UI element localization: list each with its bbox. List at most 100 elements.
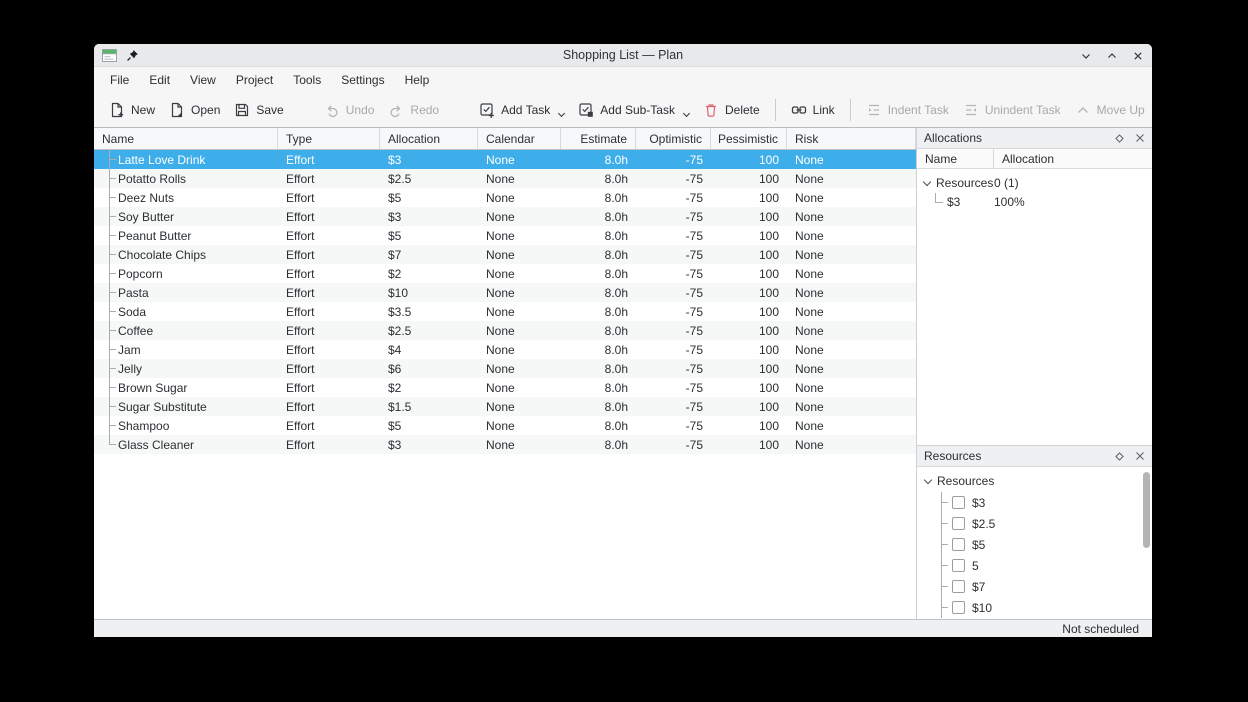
scrollbar-thumb[interactable] bbox=[1143, 472, 1150, 548]
float-panel-icon[interactable] bbox=[1114, 451, 1125, 462]
table-row[interactable]: Sugar Substitute Effort $1.5 None 8.0h -75 100… bbox=[94, 397, 916, 416]
table-row[interactable]: Peanut Butter Effort $5 None 8.0h -75 100 None bbox=[94, 226, 916, 245]
cell-pessimistic: 100 bbox=[758, 323, 779, 338]
column-header-calendar[interactable]: Calendar bbox=[478, 128, 561, 149]
resource-label: $10 bbox=[972, 600, 993, 615]
menu-settings[interactable]: Settings bbox=[331, 69, 394, 91]
cell-estimate: 8.0h bbox=[604, 380, 628, 395]
table-row[interactable]: Deez Nuts Effort $5 None 8.0h -75 100 None bbox=[94, 188, 916, 207]
menu-file[interactable]: File bbox=[100, 69, 139, 91]
minimize-button[interactable] bbox=[1080, 50, 1092, 62]
table-row[interactable]: Glass Cleaner Effort $3 None 8.0h -75 100 None bbox=[94, 435, 916, 454]
cell-type: Effort bbox=[286, 285, 315, 300]
column-header-pessimistic[interactable]: Pessimistic bbox=[711, 128, 787, 149]
menu-tools[interactable]: Tools bbox=[283, 69, 331, 91]
cell-allocation: $2.5 bbox=[388, 171, 412, 186]
cell-estimate: 8.0h bbox=[604, 266, 628, 281]
column-header-risk[interactable]: Risk bbox=[787, 128, 916, 149]
cell-allocation: $3 bbox=[388, 209, 402, 224]
undo-button[interactable]: Undo bbox=[317, 97, 382, 123]
cell-allocation: $3 bbox=[388, 437, 402, 452]
resource-checkbox[interactable] bbox=[952, 517, 965, 530]
cell-pessimistic: 100 bbox=[758, 190, 779, 205]
menu-project[interactable]: Project bbox=[226, 69, 283, 91]
cell-estimate: 8.0h bbox=[604, 361, 628, 376]
indent-task-button[interactable]: Indent Task bbox=[859, 97, 956, 123]
allocations-resources-row[interactable]: Resources 0 (1) bbox=[917, 173, 1152, 192]
table-header: Name Type Allocation Calendar Estimate O… bbox=[94, 128, 916, 150]
resource-item[interactable]: $3 bbox=[917, 492, 1152, 513]
column-header-allocation[interactable]: Allocation bbox=[380, 128, 478, 149]
link-button[interactable]: Link bbox=[784, 97, 842, 123]
cell-allocation: $5 bbox=[388, 190, 402, 205]
add-task-button[interactable]: Add Task bbox=[472, 97, 571, 123]
column-header-optimistic[interactable]: Optimistic bbox=[636, 128, 711, 149]
cell-pessimistic: 100 bbox=[758, 152, 779, 167]
cell-allocation: $4 bbox=[388, 342, 402, 357]
open-button[interactable]: Open bbox=[162, 97, 227, 123]
cell-optimistic: -75 bbox=[685, 209, 703, 224]
cell-calendar: None bbox=[486, 209, 515, 224]
resource-checkbox[interactable] bbox=[952, 538, 965, 551]
resources-root-row[interactable]: Resources bbox=[917, 470, 1152, 492]
resources-panel-header[interactable]: Resources bbox=[917, 446, 1152, 467]
delete-button[interactable]: Delete bbox=[696, 97, 767, 123]
expander-icon[interactable] bbox=[922, 177, 932, 186]
titlebar[interactable]: Shopping List — Plan bbox=[94, 44, 1152, 67]
table-row[interactable]: Latte Love Drink Effort $3 None 8.0h -75 100 No… bbox=[94, 150, 916, 169]
table-row[interactable]: Chocolate Chips Effort $7 None 8.0h -75 100 Non… bbox=[94, 245, 916, 264]
new-button[interactable]: New bbox=[102, 97, 162, 123]
tree-branch bbox=[935, 192, 943, 203]
close-panel-icon[interactable] bbox=[1135, 133, 1145, 143]
statusbar: Not scheduled bbox=[94, 619, 1152, 637]
allocations-column-allocation[interactable]: Allocation bbox=[994, 149, 1062, 168]
allocations-child-row[interactable]: $3 100% bbox=[917, 192, 1152, 211]
redo-button[interactable]: Redo bbox=[381, 97, 446, 123]
menu-view[interactable]: View bbox=[180, 69, 226, 91]
table-row[interactable]: Brown Sugar Effort $2 None 8.0h -75 100 None bbox=[94, 378, 916, 397]
resource-item[interactable]: $2.5 bbox=[917, 513, 1152, 534]
save-button[interactable]: Save bbox=[227, 97, 290, 123]
expander-icon[interactable] bbox=[923, 475, 933, 485]
table-row[interactable]: Shampoo Effort $5 None 8.0h -75 100 None bbox=[94, 416, 916, 435]
float-panel-icon[interactable] bbox=[1114, 133, 1125, 144]
add-sub-task-dropdown-icon[interactable] bbox=[682, 109, 691, 118]
close-panel-icon[interactable] bbox=[1135, 451, 1145, 461]
table-row[interactable]: Pasta Effort $10 None 8.0h -75 100 None bbox=[94, 283, 916, 302]
close-button[interactable] bbox=[1132, 50, 1144, 62]
table-row[interactable]: Soda Effort $3.5 None 8.0h -75 100 None bbox=[94, 302, 916, 321]
allocations-panel-header[interactable]: Allocations bbox=[917, 128, 1152, 149]
table-row[interactable]: Popcorn Effort $2 None 8.0h -75 100 None bbox=[94, 264, 916, 283]
move-up-button[interactable]: Move Up bbox=[1068, 97, 1152, 123]
cell-type: Effort bbox=[286, 342, 315, 357]
resource-item[interactable]: $10 bbox=[917, 597, 1152, 618]
resource-item[interactable]: 5 bbox=[917, 555, 1152, 576]
unindent-task-button[interactable]: Unindent Task bbox=[956, 97, 1068, 123]
menu-help[interactable]: Help bbox=[395, 69, 440, 91]
tree-branch bbox=[94, 169, 117, 188]
add-task-icon bbox=[479, 102, 495, 118]
column-header-estimate[interactable]: Estimate bbox=[561, 128, 636, 149]
maximize-button[interactable] bbox=[1106, 50, 1118, 62]
unindent-task-icon bbox=[963, 102, 979, 118]
cell-pessimistic: 100 bbox=[758, 418, 779, 433]
cell-allocation: $1.5 bbox=[388, 399, 412, 414]
add-sub-task-button[interactable]: Add Sub-Task bbox=[571, 97, 696, 123]
table-row[interactable]: Jelly Effort $6 None 8.0h -75 100 None bbox=[94, 359, 916, 378]
column-header-type[interactable]: Type bbox=[278, 128, 380, 149]
resource-checkbox[interactable] bbox=[952, 601, 965, 614]
table-row[interactable]: Potatto Rolls Effort $2.5 None 8.0h -75 100 Non… bbox=[94, 169, 916, 188]
add-task-dropdown-icon[interactable] bbox=[558, 109, 566, 118]
resource-checkbox[interactable] bbox=[952, 496, 965, 509]
resource-item[interactable]: $5 bbox=[917, 534, 1152, 555]
menu-edit[interactable]: Edit bbox=[139, 69, 180, 91]
tree-branch bbox=[94, 150, 117, 169]
column-header-name[interactable]: Name bbox=[94, 128, 278, 149]
table-row[interactable]: Soy Butter Effort $3 None 8.0h -75 100 None bbox=[94, 207, 916, 226]
resource-item[interactable]: $7 bbox=[917, 576, 1152, 597]
resource-checkbox[interactable] bbox=[952, 580, 965, 593]
resource-checkbox[interactable] bbox=[952, 559, 965, 572]
table-row[interactable]: Jam Effort $4 None 8.0h -75 100 None bbox=[94, 340, 916, 359]
table-row[interactable]: Coffee Effort $2.5 None 8.0h -75 100 None bbox=[94, 321, 916, 340]
allocations-column-name[interactable]: Name bbox=[917, 149, 994, 168]
